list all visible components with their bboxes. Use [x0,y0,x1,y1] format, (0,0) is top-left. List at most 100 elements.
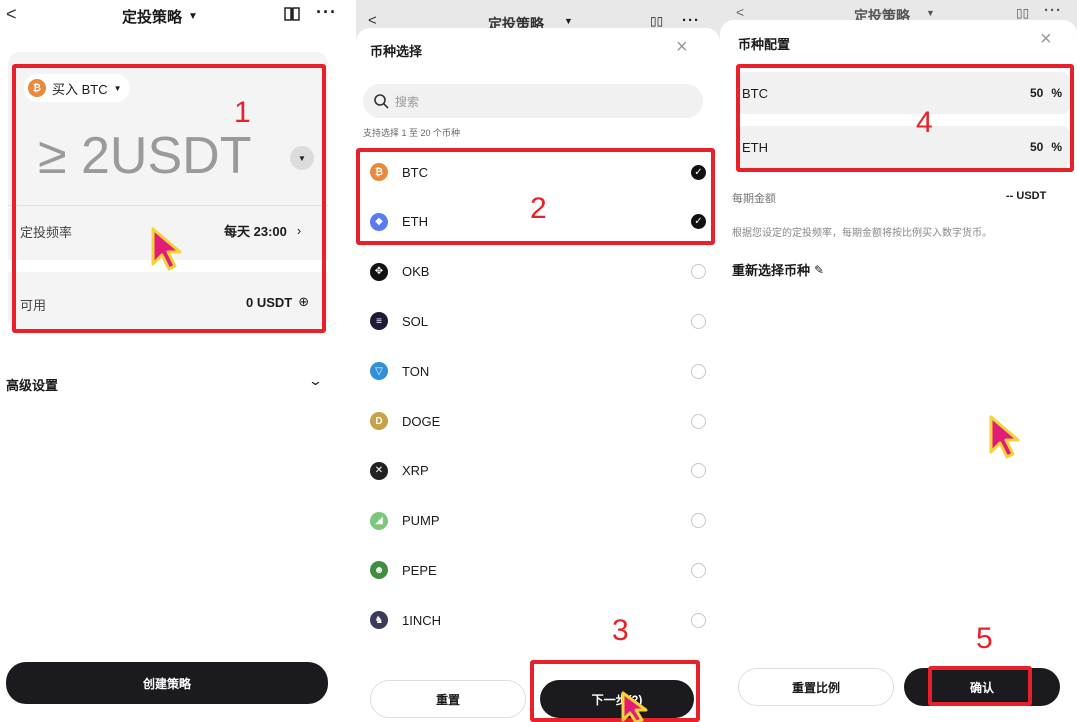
allocation-value: 50 [1029,86,1044,100]
okb-icon: ✥ [370,262,388,281]
annotation-number-1: 1 [234,96,251,129]
next-step-button[interactable]: 下一步(2) [540,680,694,718]
reselect-label: 重新选择币种 [732,263,811,278]
annotation-number-5: 5 [976,622,993,655]
strategy-panel: < 定投策略 ▼ ··· ₿ 买入 BTC ▼ ≥ 2USDT ▼ 定投频率 每… [0,0,356,722]
allocation-coin: ETH [742,139,768,155]
coin-allocation-panel: < 定投策略 ▼ ▯▯ ··· 币种配置 × BTC 50 % ETH 50 %… [720,0,1077,722]
back-icon[interactable]: < [6,4,17,25]
buy-coin-selector[interactable]: ₿ 买入 BTC ▼ [24,74,130,102]
divider [8,205,328,206]
coin-row-1inch[interactable]: ♞ 1INCH [370,600,706,640]
reselect-coins-link[interactable]: 重新选择币种 ✎ [732,260,824,279]
allocation-row-btc[interactable]: BTC 50 % [736,72,1070,114]
available-value: 0 USDT [246,294,293,310]
more-icon[interactable]: ··· [682,12,700,29]
radio-unchecked-icon[interactable] [691,463,706,479]
more-icon[interactable]: ··· [1044,2,1062,19]
ton-icon: ▽ [370,362,388,381]
check-icon[interactable]: ✓ [691,214,706,230]
buy-coin-label: 买入 BTC [52,81,108,97]
allocation-note: 根据您设定的定投频率，每期金额将按比例买入数字货币。 [732,228,992,239]
coin-row-pepe[interactable]: ☻ PEPE [370,550,706,590]
cursor-icon [989,415,1020,459]
radio-unchecked-icon[interactable] [691,363,706,379]
radio-unchecked-icon[interactable] [691,513,706,529]
search-field[interactable]: 搜索 [363,84,703,118]
allocation-coin: BTC [742,85,768,101]
allocation-unit: % [1051,140,1062,154]
coin-row-pump[interactable]: ◢ PUMP [370,501,706,541]
check-icon[interactable]: ✓ [691,164,706,180]
search-placeholder: 搜索 [395,94,420,109]
coin-allocation-sheet: 币种配置 × BTC 50 % ETH 50 % 每期金额 -- USDT 根据… [720,20,1077,722]
sol-icon: ≡ [370,312,388,331]
coin-name: PEPE [402,562,437,578]
pepe-icon: ☻ [370,561,388,580]
btc-icon: ₿ [370,163,388,181]
1inch-icon: ♞ [370,611,388,630]
chevron-right-icon: › [296,223,302,238]
radio-unchecked-icon[interactable] [691,562,706,578]
back-icon[interactable]: < [736,4,744,20]
selection-hint: 支持选择 1 至 20 个币种 [363,128,461,138]
coin-name: PUMP [402,513,440,529]
coin-name: OKB [402,264,430,280]
coin-name: SOL [402,313,429,329]
frequency-value: 每天 23:00 [224,224,287,239]
radio-unchecked-icon[interactable] [691,313,706,329]
create-strategy-button[interactable]: 创建策略 [6,662,328,704]
search-icon [374,94,389,109]
radio-unchecked-icon[interactable] [691,413,706,429]
reset-ratio-button[interactable]: 重置比例 [738,668,894,706]
period-amount-value: -- USDT [1006,190,1047,202]
btc-icon: ₿ [28,79,46,97]
coin-name: TON [402,363,430,379]
coin-row-sol[interactable]: ≡ SOL [370,301,706,341]
edit-icon: ✎ [814,262,825,277]
add-circle-icon[interactable]: ⊕ [298,294,309,310]
title-dropdown[interactable]: 定投策略 ▼ [122,6,198,27]
period-amount-label: 每期金额 [732,193,776,205]
coin-name: 1INCH [402,612,442,628]
coin-selection-sheet: 币种选择 × 搜索 支持选择 1 至 20 个币种 ₿ BTC ✓ ◆ ETH ✓ ✥ OKB… [356,28,720,722]
coin-row-btc[interactable]: ₿ BTC ✓ [370,152,706,192]
sheet-title: 币种配置 [738,37,791,52]
coin-row-okb[interactable]: ✥ OKB [370,252,706,292]
book-icon[interactable] [283,6,301,22]
currency-dropdown-icon[interactable]: ▼ [290,146,314,170]
coin-name: XRP [402,463,429,479]
caret-down-icon: ▼ [926,8,935,18]
radio-unchecked-icon[interactable] [691,612,706,628]
book-icon[interactable]: ▯▯ [1016,6,1029,20]
advanced-settings-label: 高级设置 [6,378,59,393]
coin-row-xrp[interactable]: ✕ XRP [370,451,706,491]
allocation-unit: % [1051,86,1062,100]
cursor-icon [621,691,648,722]
close-icon[interactable]: × [676,36,688,59]
sheet-title: 币种选择 [370,44,423,59]
cursor-icon [151,227,182,271]
coin-row-doge[interactable]: D DOGE [370,401,706,441]
back-icon[interactable]: < [368,12,377,29]
xrp-icon: ✕ [370,461,388,480]
caret-down-icon: ▼ [188,11,198,22]
amount-input[interactable]: ≥ 2USDT [38,126,251,186]
book-icon[interactable]: ▯▯ [650,14,663,28]
frequency-selector[interactable]: 每天 23:00 › [224,221,301,240]
chevron-down-icon[interactable]: ⌄ [308,373,323,389]
coin-row-ton[interactable]: ▽ TON [370,351,706,391]
coin-selection-panel: < 定投策略 ▼ ▯▯ ··· 币种选择 × 搜索 支持选择 1 至 20 个币… [356,0,720,722]
close-icon[interactable]: × [1040,28,1052,51]
coin-name: BTC [402,164,428,180]
coin-name: DOGE [402,413,441,429]
confirm-button[interactable]: 确认 [904,668,1060,706]
radio-unchecked-icon[interactable] [691,264,706,280]
annotation-number-3: 3 [612,614,629,647]
annotation-number-2: 2 [530,192,547,225]
reset-button[interactable]: 重置 [370,680,526,718]
page-title: 定投策略 [122,9,183,26]
doge-icon: D [370,412,388,430]
more-icon[interactable]: ··· [316,2,337,23]
allocation-row-eth[interactable]: ETH 50 % [736,126,1070,168]
